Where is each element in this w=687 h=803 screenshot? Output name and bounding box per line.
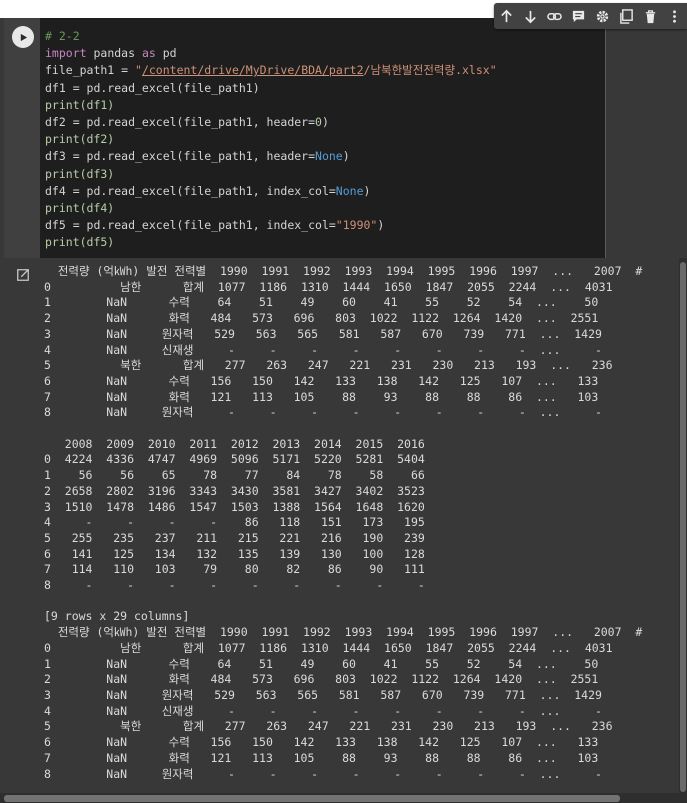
output-actions-icon[interactable] <box>16 268 30 282</box>
code-line: # 2-2 <box>45 29 80 43</box>
code-line: import pandas as pd <box>45 46 177 61</box>
output-line: 1 56 56 65 78 77 84 78 58 66 <box>44 468 425 483</box>
mirror-cell-icon[interactable] <box>617 6 637 26</box>
output-line: 2 NaN 화력 484 573 696 803 1022 1122 1264 … <box>44 311 599 326</box>
code-line: print(df1) <box>45 97 115 112</box>
delete-icon[interactable] <box>641 6 661 26</box>
output-line: 7 114 110 103 79 80 82 86 90 111 <box>44 562 425 577</box>
output-line: 전력량 (억㎾h) 발전 전력별 1990 1991 1992 1993 199… <box>44 264 643 278</box>
horizontal-scrollbar[interactable] <box>4 795 620 802</box>
output-line: 5 북한 합계 277 263 247 221 231 230 213 193 … <box>44 358 613 373</box>
code-line: print(df3) <box>45 166 115 181</box>
play-icon <box>20 33 27 41</box>
line-length-ruler <box>605 18 606 258</box>
output-line: 1 NaN 수력 64 51 49 60 41 55 52 54 ... 50 <box>44 295 599 310</box>
output-line: 3 1510 1478 1486 1547 1503 1388 1564 164… <box>44 499 425 514</box>
run-cell-button[interactable] <box>12 26 34 48</box>
code-line: df5 = pd.read_excel(file_path1, index_co… <box>45 218 385 233</box>
code-line: df2 = pd.read_excel(file_path1, header=0… <box>45 115 329 130</box>
move-down-icon[interactable] <box>520 6 540 26</box>
output-line: 6 NaN 수력 156 150 142 133 138 142 125 107… <box>44 735 599 750</box>
cell-toolbar <box>494 3 687 29</box>
code-line: print(df5) <box>45 235 115 250</box>
code-line: print(df2) <box>45 132 115 147</box>
output-line: 2 2658 2802 3196 3343 3430 3581 3427 340… <box>44 483 425 498</box>
output-line: 5 북한 합계 277 263 247 221 231 230 213 193 … <box>44 719 613 734</box>
output-line: [9 rows x 29 columns] <box>44 609 190 624</box>
code-line: df1 = pd.read_excel(file_path1) <box>45 80 260 95</box>
code-line: file_path1 = "/content/drive/MyDrive/BDA… <box>45 63 497 78</box>
output-line: 2008 2009 2010 2011 2012 2013 2014 2015 … <box>44 436 425 451</box>
output-line: 4 - - - - 86 118 151 173 195 <box>44 515 425 530</box>
cell-output: 전력량 (억㎾h) 발전 전력별 1990 1991 1992 1993 199… <box>0 258 687 803</box>
output-line: 6 NaN 수력 156 150 142 133 138 142 125 107… <box>44 373 599 388</box>
code-cell: # 2-2 import pandas as pd file_path1 = "… <box>4 18 687 258</box>
gear-icon[interactable] <box>593 6 613 26</box>
code-line: df3 = pd.read_excel(file_path1, header=N… <box>45 149 350 164</box>
output-line: 8 - - - - - - - - - <box>44 578 425 593</box>
code-line: df4 = pd.read_excel(file_path1, index_co… <box>45 183 371 198</box>
output-line: 5 255 235 237 211 215 221 216 190 239 <box>44 530 425 545</box>
output-line: 6 141 125 134 132 135 139 130 100 128 <box>44 546 425 561</box>
output-line: 0 4224 4336 4747 4969 5096 5171 5220 528… <box>44 452 425 467</box>
output-line: 4 NaN 신재생 - - - - - - - - ... - <box>44 342 602 357</box>
code-line: print(df4) <box>45 201 115 216</box>
output-line: 0 남한 합계 1077 1186 1310 1444 1650 1847 20… <box>44 279 613 294</box>
output-line: 4 NaN 신재생 - - - - - - - - ... - <box>44 703 602 718</box>
more-options-icon[interactable] <box>665 6 685 26</box>
output-line: 7 NaN 화력 121 113 105 88 93 88 88 86 ... … <box>44 389 599 404</box>
cell-gutter <box>4 18 40 258</box>
output-line: 0 남한 합계 1077 1186 1310 1444 1650 1847 20… <box>44 640 613 655</box>
output-text: 전력량 (억㎾h) 발전 전력별 1990 1991 1992 1993 199… <box>44 264 642 782</box>
output-line: 1 NaN 수력 64 51 49 60 41 55 52 54 ... 50 <box>44 656 599 671</box>
output-line: 2 NaN 화력 484 573 696 803 1022 1122 1264 … <box>44 672 599 687</box>
comment-icon[interactable] <box>568 6 588 26</box>
move-up-icon[interactable] <box>496 6 516 26</box>
output-line: 3 NaN 원자력 529 563 565 581 587 670 739 77… <box>44 687 602 702</box>
vertical-scrollbar[interactable] <box>680 262 686 792</box>
output-line: 8 NaN 원자력 - - - - - - - - ... - <box>44 766 602 781</box>
link-icon[interactable] <box>544 6 564 26</box>
output-line: 전력량 (억㎾h) 발전 전력별 1990 1991 1992 1993 199… <box>44 625 643 640</box>
output-line: 8 NaN 원자력 - - - - - - - - ... - <box>44 405 602 420</box>
output-line: 3 NaN 원자력 529 563 565 581 587 670 739 77… <box>44 326 602 341</box>
output-line: 7 NaN 화력 121 113 105 88 93 88 88 86 ... … <box>44 750 599 765</box>
code-editor[interactable]: # 2-2 import pandas as pd file_path1 = "… <box>40 18 605 258</box>
